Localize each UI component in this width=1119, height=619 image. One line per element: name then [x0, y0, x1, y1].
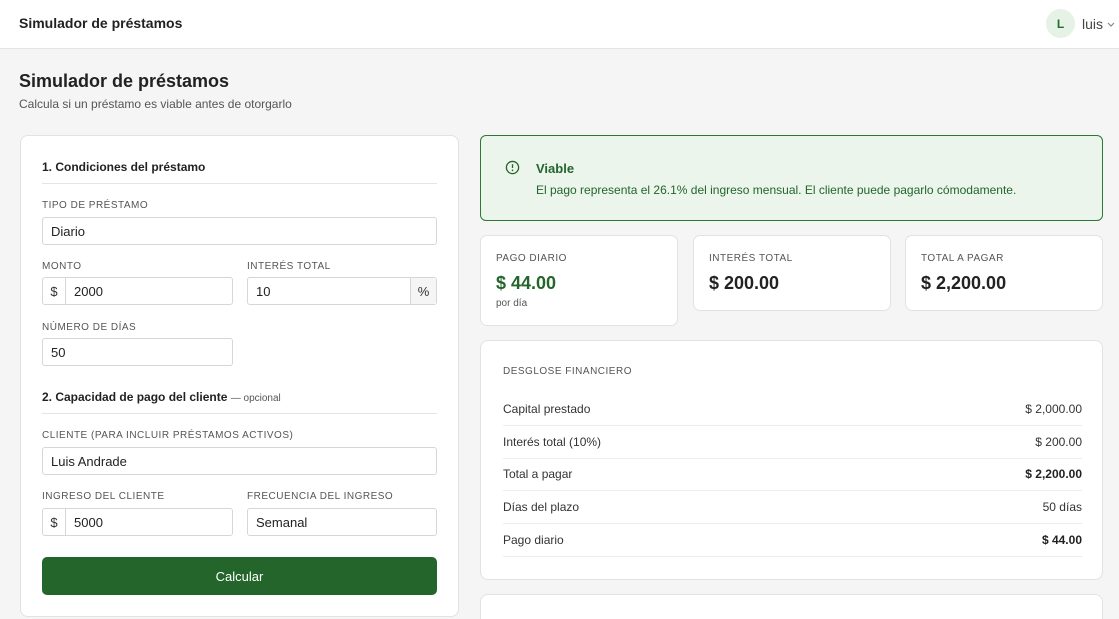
section-title: 2. Capacidad de pago del cliente: [42, 390, 228, 404]
breakdown-row: Capital prestado $ 2,000.00: [503, 393, 1082, 426]
stat-label: PAGO DIARIO: [496, 253, 567, 264]
days-field[interactable]: 50: [42, 338, 233, 366]
alert-text: El pago representa el 26.1% del ingreso …: [536, 183, 1017, 197]
loan-form-card: 1. Condiciones del préstamo TIPO DE PRÉS…: [20, 135, 459, 617]
amount-value: 2000: [74, 283, 103, 299]
income-label: INGRESO DEL CLIENTE: [42, 491, 165, 502]
section-loan-conditions: 1. Condiciones del préstamo: [42, 160, 437, 184]
percent-suffix: %: [410, 278, 436, 304]
stat-value: $ 200.00: [709, 273, 780, 293]
stat-value: $ 2,200.00: [921, 273, 1007, 293]
row-value: $ 2,000.00: [1025, 402, 1082, 416]
calculate-button[interactable]: Calcular: [42, 557, 437, 595]
currency-prefix: $: [43, 509, 66, 535]
breakdown-row: Interés total (10%) $ 200.00: [503, 426, 1082, 459]
user-name: luis: [1082, 15, 1104, 32]
viability-alert: Viable El pago representa el 26.1% del i…: [480, 135, 1103, 221]
income-value: 5000: [74, 514, 103, 530]
alert-title: Viable: [536, 161, 575, 176]
interest-label: INTERÉS TOTAL: [247, 261, 331, 272]
stat-label: INTERÉS TOTAL: [709, 253, 793, 264]
income-field[interactable]: $ 5000: [42, 508, 233, 536]
stat-sublabel: por día: [496, 298, 528, 309]
user-menu[interactable]: L luis: [1046, 9, 1116, 38]
amount-label: MONTO: [42, 261, 82, 272]
row-label: Pago diario: [503, 533, 564, 547]
row-value: $ 200.00: [1035, 435, 1082, 449]
row-value: $ 2,200.00: [1025, 467, 1082, 481]
frequency-label: FRECUENCIA DEL INGRESO: [247, 491, 394, 502]
client-select[interactable]: Luis Andrade: [42, 447, 437, 475]
frequency-value: Semanal: [256, 514, 308, 530]
amount-field[interactable]: $ 2000: [42, 277, 233, 305]
breakdown-row: Pago diario $ 44.00: [503, 524, 1082, 557]
row-label: Interés total (10%): [503, 435, 602, 449]
row-value: 50 días: [1042, 500, 1082, 514]
frequency-select[interactable]: Semanal: [247, 508, 437, 536]
stat-label: TOTAL A PAGAR: [921, 253, 1004, 264]
info-circle-icon: [505, 160, 520, 175]
breakdown-row: Días del plazo 50 días: [503, 491, 1082, 524]
loan-type-label: TIPO DE PRÉSTAMO: [42, 200, 149, 211]
section-payment-capacity: 2. Capacidad de pago del cliente — opcio…: [42, 390, 437, 414]
days-value: 50: [51, 344, 66, 360]
optional-note: — opcional: [230, 393, 281, 404]
chevron-down-icon: [1107, 22, 1115, 27]
stat-card-total-interest: INTERÉS TOTAL $ 200.00: [693, 235, 891, 311]
breakdown-title: DESGLOSE FINANCIERO: [503, 366, 632, 377]
row-label: Capital prestado: [503, 402, 591, 416]
page-title: Simulador de préstamos: [19, 71, 230, 91]
interest-value: 10: [256, 283, 271, 299]
page-subtitle: Calcula si un préstamo es viable antes d…: [19, 97, 292, 111]
next-card: [480, 594, 1103, 619]
top-bar: Simulador de préstamos L luis: [0, 0, 1119, 49]
client-label: CLIENTE (PARA INCLUIR PRÉSTAMOS ACTIVOS): [42, 430, 294, 441]
loan-type-select[interactable]: Diario: [42, 217, 437, 245]
avatar: L: [1046, 9, 1075, 38]
days-label: NÚMERO DE DÍAS: [42, 322, 137, 333]
stat-card-total-payable: TOTAL A PAGAR $ 2,200.00: [905, 235, 1103, 311]
section-title: 1. Condiciones del préstamo: [42, 160, 206, 174]
financial-breakdown-card: DESGLOSE FINANCIERO Capital prestado $ 2…: [480, 340, 1103, 580]
stat-value: $ 44.00: [496, 273, 557, 293]
breakdown-row: Total a pagar $ 2,200.00: [503, 458, 1082, 491]
loan-type-value: Diario: [51, 223, 85, 239]
currency-prefix: $: [43, 278, 66, 304]
row-value: $ 44.00: [1041, 533, 1082, 547]
client-value: Luis Andrade: [51, 453, 127, 469]
row-label: Total a pagar: [503, 467, 573, 481]
stat-card-daily-payment: PAGO DIARIO $ 44.00 por día: [480, 235, 678, 326]
row-label: Días del plazo: [503, 500, 580, 514]
app-title: Simulador de préstamos: [19, 15, 183, 31]
interest-field[interactable]: 10 %: [247, 277, 437, 305]
